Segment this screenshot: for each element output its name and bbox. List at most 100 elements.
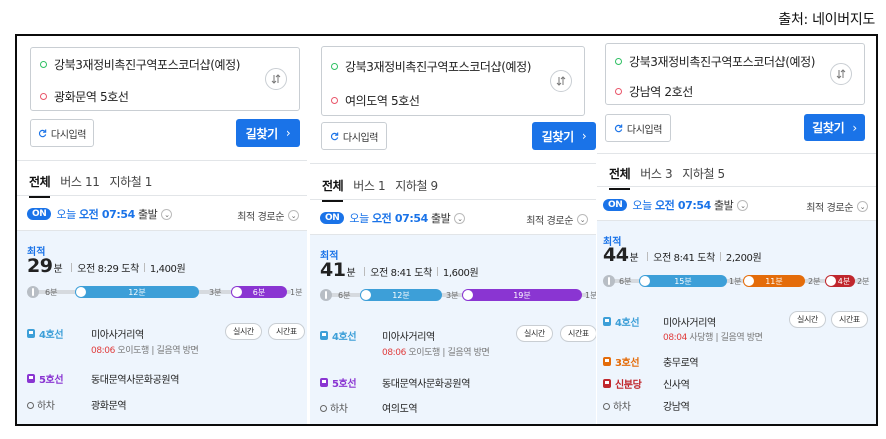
line-label: 신분당 (603, 376, 642, 391)
duration-unit: 분 (53, 264, 63, 275)
route-result[interactable]: 최적 41분오전 8:41 도착1,600원 6분 12분 3분 19분 1분 (310, 235, 596, 424)
source-label: 출처: 네이버지도 (778, 12, 875, 28)
line-label: 4호선 (603, 314, 640, 329)
walk-icon (603, 275, 615, 287)
divider (597, 153, 876, 154)
departure-setting[interactable]: ON 오늘 오전 07:54 출발 ⌄ (320, 210, 466, 226)
departure-suffix: 출발 (137, 208, 158, 221)
departure-time: 오전 07:54 (78, 208, 135, 221)
station-name: 충무로역 (663, 358, 699, 369)
chevron-down-icon: ⌄ (288, 210, 299, 221)
swap-button[interactable] (550, 70, 572, 92)
reset-button[interactable]: 다시입력 (605, 114, 671, 142)
sort-dropdown[interactable]: 최적 경로순 ⌄ (237, 208, 299, 223)
origin-text: 강북3재정비촉진구역포스코더샵(예정) (345, 60, 532, 74)
alight-label: 하차 (603, 398, 631, 413)
divider (17, 160, 307, 161)
origin-field[interactable]: 강북3재정비촉진구역포스코더샵(예정) (40, 56, 240, 73)
sort-dropdown[interactable]: 최적 경로순 ⌄ (526, 212, 588, 227)
origin-field[interactable]: 강북3재정비촉진구역포스코더샵(예정) (331, 58, 531, 75)
reset-button[interactable]: 다시입력 (321, 122, 387, 150)
walk-time: 1분 (585, 291, 596, 300)
find-route-button[interactable]: 길찾기 › (532, 122, 596, 150)
find-label: 길찾기 (812, 121, 845, 135)
walk-time: 1분 (290, 288, 303, 297)
line-label: 5호선 (27, 371, 64, 386)
destination-dot-icon (40, 93, 47, 100)
swap-button[interactable] (265, 68, 287, 90)
swap-arrows-icon (271, 74, 281, 84)
walk-time: 3분 (446, 291, 459, 300)
chevron-right-icon: › (852, 120, 857, 135)
divider (17, 195, 307, 196)
divider (310, 163, 596, 164)
route-result[interactable]: 최적 44 분 오전 8:41 도착 2,200원 6분 15분 1분 11분 2분 (597, 221, 876, 424)
step-item: 4호선 미아사거리역 08:06 오이도행 | 길음역 방면 실시간 시간표 (320, 325, 596, 358)
walk-time: 6분 (619, 277, 632, 286)
walk-time: 6분 (338, 291, 351, 300)
chevron-down-icon: ⌄ (577, 214, 588, 225)
destination-dot-icon (331, 97, 338, 104)
duration-minutes: 41 (320, 259, 346, 281)
day-label: 오늘 (56, 208, 76, 221)
fare: 1,400원 (149, 264, 186, 275)
route-result[interactable]: 최적 29 분 오전 8:29 도착 1,400원 6분 12분 3분 6분 1분 (17, 231, 307, 424)
departure-setting[interactable]: ON 오늘 오전 07:54 출발 ⌄ (603, 197, 749, 213)
route-input-box: 강북3재정비촉진구역포스코더샵(예정) 여의도역 5호선 (321, 46, 585, 116)
route-timeline: 6분 15분 1분 11분 2분 4분 2분 (603, 275, 869, 287)
destination-text: 강남역 2호선 (629, 85, 693, 99)
subway-icon (76, 287, 86, 297)
subway-icon (603, 317, 611, 326)
destination-field[interactable]: 광화문역 5호선 (40, 88, 129, 105)
subway-segment-line4: 12분 (360, 289, 442, 301)
duration-unit: 분 (629, 253, 639, 264)
realtime-button[interactable]: 실시간 (225, 323, 262, 340)
duration-minutes: 44 (603, 244, 629, 266)
reset-button[interactable]: 다시입력 (30, 119, 94, 147)
departure-setting[interactable]: ON 오늘 오전 07:54 출발 ⌄ (27, 206, 173, 222)
destination-field[interactable]: 강남역 2호선 (615, 83, 693, 100)
swap-button[interactable] (830, 63, 852, 85)
chevron-right-icon: › (581, 129, 587, 143)
on-toggle[interactable]: ON (603, 199, 628, 211)
subway-icon (603, 379, 611, 388)
origin-text: 강북3재정비촉진구역포스코더샵(예정) (629, 55, 816, 69)
chevron-down-icon: ⌄ (161, 208, 173, 220)
station-name: 동대문역사문화공원역 (382, 379, 471, 390)
find-route-button[interactable]: 길찾기 › (236, 119, 300, 147)
timetable-button[interactable]: 시간표 (560, 325, 596, 342)
comparison-frame: 강북3재정비촉진구역포스코더샵(예정) 광화문역 5호선 다시입력 길찾기 › 전… (15, 34, 878, 426)
segment-time: 15분 (674, 276, 692, 286)
timetable-button[interactable]: 시간표 (831, 311, 868, 328)
alight-station: 강남역 (663, 402, 690, 413)
realtime-button[interactable]: 실시간 (789, 311, 826, 328)
chevron-right-icon: › (285, 126, 291, 140)
walk-icon (320, 289, 332, 301)
sort-dropdown[interactable]: 최적 경로순 ⌄ (806, 199, 868, 214)
realtime-button[interactable]: 실시간 (516, 325, 553, 342)
subway-icon (826, 276, 836, 286)
sort-label: 최적 경로순 (806, 203, 853, 214)
segment-time: 19분 (513, 290, 531, 300)
departure-time: 오전 07:54 (371, 212, 428, 225)
route-timeline: 6분 12분 3분 19분 1분 (320, 289, 596, 301)
subway-icon (640, 276, 650, 286)
walk-time: 1분 (729, 277, 742, 286)
subway-icon (361, 290, 371, 300)
subway-icon (27, 374, 35, 383)
origin-field[interactable]: 강북3재정비촉진구역포스코더샵(예정) (615, 53, 815, 70)
destination-field[interactable]: 여의도역 5호선 (331, 92, 420, 109)
refresh-icon (330, 131, 339, 140)
timetable-button[interactable]: 시간표 (268, 323, 305, 340)
train-info: 08:06 오이도행 | 길음역 방면 (382, 348, 490, 358)
on-toggle[interactable]: ON (320, 212, 345, 224)
find-route-button[interactable]: 길찾기 › (804, 114, 865, 141)
step-item: 4호선 미아사거리역 08:04 사당행 | 길음역 방면 실시간 시간표 (603, 311, 870, 344)
divider (310, 199, 596, 200)
on-toggle[interactable]: ON (27, 208, 52, 220)
arrival-time: 오전 8:29 도착 (77, 264, 139, 275)
arrival-time: 오전 8:41 도착 (653, 253, 715, 264)
train-info: 08:06 오이도행 | 길음역 방면 (91, 346, 199, 356)
swap-arrows-icon (556, 76, 566, 86)
subway-segment-line5: 19분 (462, 289, 582, 301)
